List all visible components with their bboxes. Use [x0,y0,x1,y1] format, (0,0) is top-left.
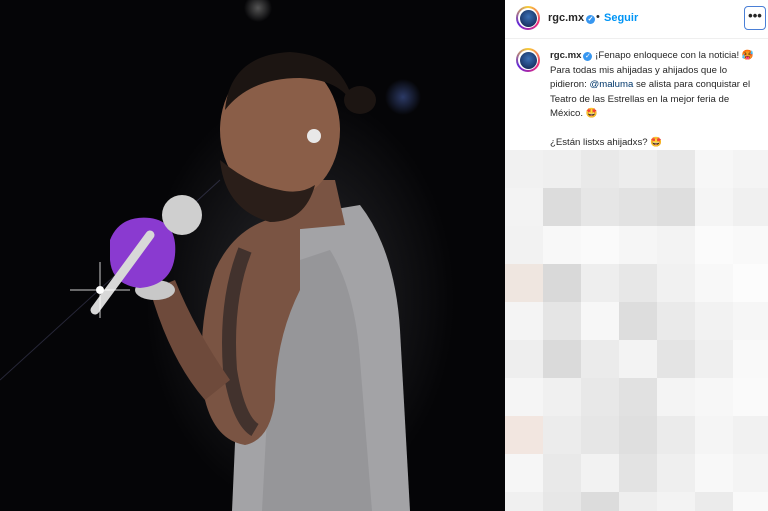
singer-illustration [0,52,410,511]
pixel-block [695,264,733,302]
pixel-block [505,302,543,340]
pixel-block [733,302,768,340]
mention-link[interactable]: @maluma [589,79,633,90]
pixelated-comments [505,150,768,511]
pixel-block [657,378,695,416]
pixel-block [733,492,768,511]
pixel-block [619,302,657,340]
pixel-block [505,150,543,188]
pixel-block [657,340,695,378]
pixel-block [733,264,768,302]
follow-button[interactable]: Seguir [604,12,638,24]
pixel-block [695,378,733,416]
separator-dot: • [596,11,600,23]
pixel-block [657,492,695,511]
username-link[interactable]: rgc.mx ✓ [548,12,596,24]
pixel-block [581,226,619,264]
pixel-block [619,492,657,511]
post-caption: rgc.mx ✓ ¡Fenapo enloquece con la noticia… [550,49,762,150]
caption-verified-icon: ✓ [583,52,593,61]
pixel-block [505,188,543,226]
pixel-block [695,226,733,264]
pixel-block [657,188,695,226]
pixel-block [619,416,657,454]
verified-icon: ✓ [586,15,596,24]
pixel-block [657,302,695,340]
pixel-block [695,416,733,454]
pixel-block [733,188,768,226]
pixel-block [657,264,695,302]
pixel-block [657,454,695,492]
pixel-block [581,378,619,416]
pixel-block [581,340,619,378]
pixel-block [505,226,543,264]
pixel-block [695,302,733,340]
pixel-block [543,226,581,264]
pixel-block [581,416,619,454]
pixel-block [733,378,768,416]
pixel-block [695,340,733,378]
pixel-block [733,340,768,378]
pixel-block [733,416,768,454]
pixel-block [695,454,733,492]
pixel-block [619,454,657,492]
pixel-block [505,378,543,416]
pixel-block [619,378,657,416]
pixel-block [581,188,619,226]
pixel-block [581,264,619,302]
caption-avatar-icon[interactable] [516,48,540,72]
pixel-block [543,416,581,454]
pixel-block [657,150,695,188]
caption-text-3: ¿Están listxs ahijadxs? 🤩 [550,136,663,148]
pixel-block [543,264,581,302]
pixel-block [581,302,619,340]
pixel-block [505,492,543,511]
pixel-block [505,416,543,454]
pixel-block [505,454,543,492]
pixel-block [543,340,581,378]
pixel-block [581,492,619,511]
pixel-block [733,150,768,188]
pixel-block [619,188,657,226]
caption-username[interactable]: rgc.mx [550,50,581,61]
pixel-block [619,340,657,378]
pixel-block [543,378,581,416]
avatar-icon[interactable] [516,6,540,30]
pixel-block [695,492,733,511]
pixel-block [581,150,619,188]
post-header: rgc.mx ✓ • Seguir ••• [505,0,768,39]
pixel-block [543,454,581,492]
pixel-block [543,150,581,188]
pixel-block [505,340,543,378]
post-panel: rgc.mx ✓ • Seguir ••• rgc.mx ✓ ¡Fenapo enl… [505,0,768,511]
pixel-block [543,492,581,511]
pixel-block [695,150,733,188]
pixel-block [695,188,733,226]
more-options-button[interactable]: ••• [744,6,766,30]
pixel-block [543,188,581,226]
post-photo[interactable] [0,0,505,511]
pixel-block [733,226,768,264]
pixel-block [657,226,695,264]
pixel-block [581,454,619,492]
pixel-block [619,226,657,264]
pixel-block [657,416,695,454]
pixel-block [543,302,581,340]
pixel-block [733,454,768,492]
pixel-block [619,150,657,188]
pixel-block [505,264,543,302]
pixel-block [619,264,657,302]
